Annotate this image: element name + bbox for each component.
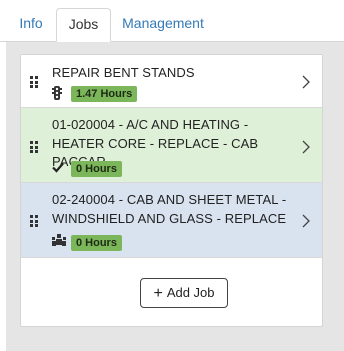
tab-jobs[interactable]: Jobs <box>56 8 111 42</box>
job-row[interactable]: REPAIR BENT STANDS 1.47 Hours <box>21 55 322 108</box>
tab-bar: Info Jobs Management <box>0 0 344 42</box>
add-job-button[interactable]: + Add Job <box>140 278 228 308</box>
chevron-right-icon[interactable] <box>302 140 310 159</box>
chevron-right-icon[interactable] <box>302 75 310 94</box>
drag-handle-icon[interactable] <box>30 141 38 153</box>
people-icon <box>52 233 66 251</box>
jobs-panel: REPAIR BENT STANDS 1.47 Hours 01-020004 … <box>6 42 344 351</box>
plus-icon: + <box>153 285 163 302</box>
hours-badge: 1.47 Hours <box>71 86 138 102</box>
hours-badge: 0 Hours <box>71 161 122 177</box>
chevron-right-icon[interactable] <box>302 214 310 233</box>
job-row[interactable]: 01-020004 - A/C AND HEATING - HEATER COR… <box>21 108 322 183</box>
tab-info[interactable]: Info <box>8 8 54 41</box>
traffic-light-icon <box>52 86 62 105</box>
drag-handle-icon[interactable] <box>30 76 38 88</box>
hours-badge: 0 Hours <box>71 235 122 251</box>
tab-management[interactable]: Management <box>114 8 212 41</box>
job-title: 02-240004 - CAB AND SHEET METAL - WINDSH… <box>52 192 287 226</box>
job-row[interactable]: 02-240004 - CAB AND SHEET METAL - WINDSH… <box>21 183 322 258</box>
checkmark-icon <box>52 160 64 178</box>
job-title: REPAIR BENT STANDS <box>52 65 195 80</box>
jobs-card: REPAIR BENT STANDS 1.47 Hours 01-020004 … <box>20 54 323 327</box>
add-job-label: Add Job <box>166 285 215 300</box>
drag-handle-icon[interactable] <box>30 215 38 227</box>
